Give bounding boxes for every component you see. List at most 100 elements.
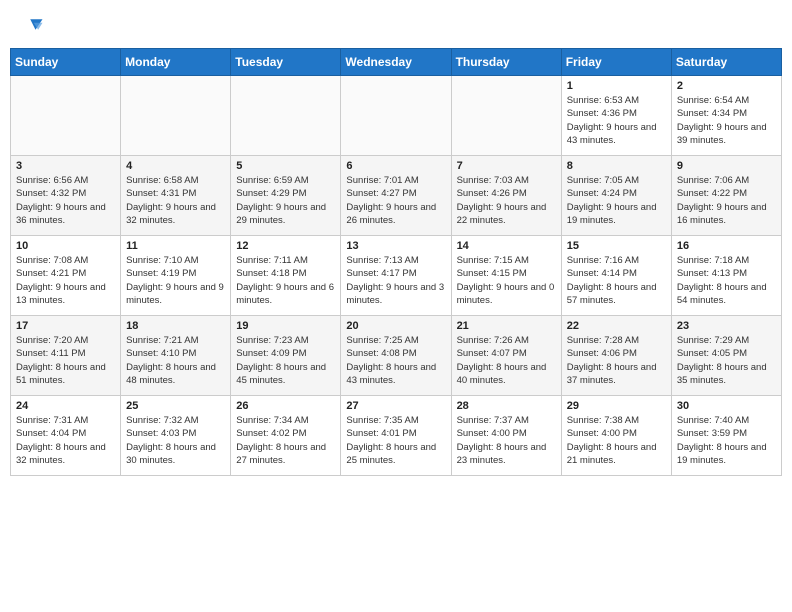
- calendar-cell: 9 Sunrise: 7:06 AM Sunset: 4:22 PM Daylig…: [671, 156, 781, 236]
- weekday-header-thursday: Thursday: [451, 49, 561, 76]
- calendar-container: SundayMondayTuesdayWednesdayThursdayFrid…: [0, 48, 792, 486]
- day-info: Sunrise: 7:21 AM Sunset: 4:10 PM Dayligh…: [126, 334, 226, 387]
- calendar-week-1: 1 Sunrise: 6:53 AM Sunset: 4:36 PM Daylig…: [11, 76, 782, 156]
- day-number: 24: [16, 400, 116, 412]
- day-info: Sunrise: 7:20 AM Sunset: 4:11 PM Dayligh…: [16, 334, 116, 387]
- day-number: 5: [236, 160, 336, 172]
- day-number: 25: [126, 400, 226, 412]
- day-number: 23: [677, 320, 777, 332]
- day-info: Sunrise: 6:58 AM Sunset: 4:31 PM Dayligh…: [126, 174, 226, 227]
- day-number: 9: [677, 160, 777, 172]
- day-number: 7: [457, 160, 557, 172]
- calendar-cell: 11Sunrise: 7:10 AM Sunset: 4:19 PM Dayli…: [121, 236, 231, 316]
- calendar-cell: 30 Sunrise: 7:40 AM Sunset: 3:59 PM Dayli…: [671, 396, 781, 476]
- calendar-cell: 19 Sunrise: 7:23 AM Sunset: 4:09 PM Dayli…: [231, 316, 341, 396]
- calendar-cell: 23 Sunrise: 7:29 AM Sunset: 4:05 PM Dayli…: [671, 316, 781, 396]
- calendar-cell: [231, 76, 341, 156]
- day-number: 28: [457, 400, 557, 412]
- weekday-header-sunday: Sunday: [11, 49, 121, 76]
- calendar-cell: 10 Sunrise: 7:08 AM Sunset: 4:21 PM Dayli…: [11, 236, 121, 316]
- day-info: Sunrise: 6:53 AM Sunset: 4:36 PM Dayligh…: [567, 94, 667, 147]
- day-info: Sunrise: 7:34 AM Sunset: 4:02 PM Dayligh…: [236, 414, 336, 467]
- day-number: 6: [346, 160, 446, 172]
- day-number: 22: [567, 320, 667, 332]
- day-number: 12: [236, 240, 336, 252]
- day-number: 27: [346, 400, 446, 412]
- day-number: 1: [567, 80, 667, 92]
- day-number: 15: [567, 240, 667, 252]
- day-info: Sunrise: 7:16 AM Sunset: 4:14 PM Dayligh…: [567, 254, 667, 307]
- calendar-cell: 4Sunrise: 6:58 AM Sunset: 4:31 PM Daylig…: [121, 156, 231, 236]
- calendar-cell: 8Sunrise: 7:05 AM Sunset: 4:24 PM Daylig…: [561, 156, 671, 236]
- day-info: Sunrise: 7:38 AM Sunset: 4:00 PM Dayligh…: [567, 414, 667, 467]
- day-number: 17: [16, 320, 116, 332]
- calendar-cell: 12 Sunrise: 7:11 AM Sunset: 4:18 PM Dayli…: [231, 236, 341, 316]
- day-info: Sunrise: 7:26 AM Sunset: 4:07 PM Dayligh…: [457, 334, 557, 387]
- day-number: 3: [16, 160, 116, 172]
- calendar-cell: [341, 76, 451, 156]
- calendar-cell: 24 Sunrise: 7:31 AM Sunset: 4:04 PM Dayli…: [11, 396, 121, 476]
- calendar-cell: 18 Sunrise: 7:21 AM Sunset: 4:10 PM Dayli…: [121, 316, 231, 396]
- calendar-cell: 14Sunrise: 7:15 AM Sunset: 4:15 PM Dayli…: [451, 236, 561, 316]
- day-info: Sunrise: 7:01 AM Sunset: 4:27 PM Dayligh…: [346, 174, 446, 227]
- calendar-cell: 20 Sunrise: 7:25 AM Sunset: 4:08 PM Dayli…: [341, 316, 451, 396]
- day-number: 16: [677, 240, 777, 252]
- calendar-cell: 15 Sunrise: 7:16 AM Sunset: 4:14 PM Dayli…: [561, 236, 671, 316]
- day-info: Sunrise: 7:40 AM Sunset: 3:59 PM Dayligh…: [677, 414, 777, 467]
- calendar-cell: 27 Sunrise: 7:35 AM Sunset: 4:01 PM Dayli…: [341, 396, 451, 476]
- weekday-header-tuesday: Tuesday: [231, 49, 341, 76]
- day-number: 30: [677, 400, 777, 412]
- calendar-cell: 13 Sunrise: 7:13 AM Sunset: 4:17 PM Dayli…: [341, 236, 451, 316]
- day-info: Sunrise: 7:03 AM Sunset: 4:26 PM Dayligh…: [457, 174, 557, 227]
- calendar-cell: [11, 76, 121, 156]
- logo: [18, 14, 50, 42]
- day-info: Sunrise: 7:06 AM Sunset: 4:22 PM Dayligh…: [677, 174, 777, 227]
- calendar-cell: 16Sunrise: 7:18 AM Sunset: 4:13 PM Dayli…: [671, 236, 781, 316]
- calendar-cell: 6 Sunrise: 7:01 AM Sunset: 4:27 PM Daylig…: [341, 156, 451, 236]
- calendar-cell: 17 Sunrise: 7:20 AM Sunset: 4:11 PM Dayli…: [11, 316, 121, 396]
- day-number: 19: [236, 320, 336, 332]
- day-number: 14: [457, 240, 557, 252]
- calendar-cell: [451, 76, 561, 156]
- calendar-cell: [121, 76, 231, 156]
- day-info: Sunrise: 7:29 AM Sunset: 4:05 PM Dayligh…: [677, 334, 777, 387]
- day-info: Sunrise: 7:31 AM Sunset: 4:04 PM Dayligh…: [16, 414, 116, 467]
- day-number: 11: [126, 240, 226, 252]
- calendar-week-2: 3 Sunrise: 6:56 AM Sunset: 4:32 PM Daylig…: [11, 156, 782, 236]
- day-info: Sunrise: 7:08 AM Sunset: 4:21 PM Dayligh…: [16, 254, 116, 307]
- calendar-cell: 22 Sunrise: 7:28 AM Sunset: 4:06 PM Dayli…: [561, 316, 671, 396]
- weekday-header-saturday: Saturday: [671, 49, 781, 76]
- calendar-cell: 25 Sunrise: 7:32 AM Sunset: 4:03 PM Dayli…: [121, 396, 231, 476]
- day-info: Sunrise: 6:56 AM Sunset: 4:32 PM Dayligh…: [16, 174, 116, 227]
- day-number: 21: [457, 320, 557, 332]
- day-number: 20: [346, 320, 446, 332]
- day-info: Sunrise: 7:28 AM Sunset: 4:06 PM Dayligh…: [567, 334, 667, 387]
- day-number: 10: [16, 240, 116, 252]
- day-info: Sunrise: 6:59 AM Sunset: 4:29 PM Dayligh…: [236, 174, 336, 227]
- day-number: 29: [567, 400, 667, 412]
- day-info: Sunrise: 7:25 AM Sunset: 4:08 PM Dayligh…: [346, 334, 446, 387]
- day-info: Sunrise: 7:11 AM Sunset: 4:18 PM Dayligh…: [236, 254, 336, 307]
- calendar-week-3: 10 Sunrise: 7:08 AM Sunset: 4:21 PM Dayli…: [11, 236, 782, 316]
- calendar-cell: 28 Sunrise: 7:37 AM Sunset: 4:00 PM Dayli…: [451, 396, 561, 476]
- day-info: Sunrise: 7:13 AM Sunset: 4:17 PM Dayligh…: [346, 254, 446, 307]
- day-info: Sunrise: 7:37 AM Sunset: 4:00 PM Dayligh…: [457, 414, 557, 467]
- day-number: 26: [236, 400, 336, 412]
- day-number: 18: [126, 320, 226, 332]
- day-info: Sunrise: 7:35 AM Sunset: 4:01 PM Dayligh…: [346, 414, 446, 467]
- calendar-table: SundayMondayTuesdayWednesdayThursdayFrid…: [10, 48, 782, 476]
- calendar-cell: 7 Sunrise: 7:03 AM Sunset: 4:26 PM Daylig…: [451, 156, 561, 236]
- calendar-week-5: 24 Sunrise: 7:31 AM Sunset: 4:04 PM Dayli…: [11, 396, 782, 476]
- day-info: Sunrise: 7:05 AM Sunset: 4:24 PM Dayligh…: [567, 174, 667, 227]
- page-header: [0, 0, 792, 48]
- day-info: Sunrise: 7:23 AM Sunset: 4:09 PM Dayligh…: [236, 334, 336, 387]
- calendar-cell: 21 Sunrise: 7:26 AM Sunset: 4:07 PM Dayli…: [451, 316, 561, 396]
- logo-icon: [18, 14, 46, 42]
- calendar-cell: 1 Sunrise: 6:53 AM Sunset: 4:36 PM Daylig…: [561, 76, 671, 156]
- day-info: Sunrise: 7:32 AM Sunset: 4:03 PM Dayligh…: [126, 414, 226, 467]
- day-number: 2: [677, 80, 777, 92]
- weekday-header-friday: Friday: [561, 49, 671, 76]
- calendar-cell: 5 Sunrise: 6:59 AM Sunset: 4:29 PM Daylig…: [231, 156, 341, 236]
- day-number: 13: [346, 240, 446, 252]
- calendar-cell: 2Sunrise: 6:54 AM Sunset: 4:34 PM Daylig…: [671, 76, 781, 156]
